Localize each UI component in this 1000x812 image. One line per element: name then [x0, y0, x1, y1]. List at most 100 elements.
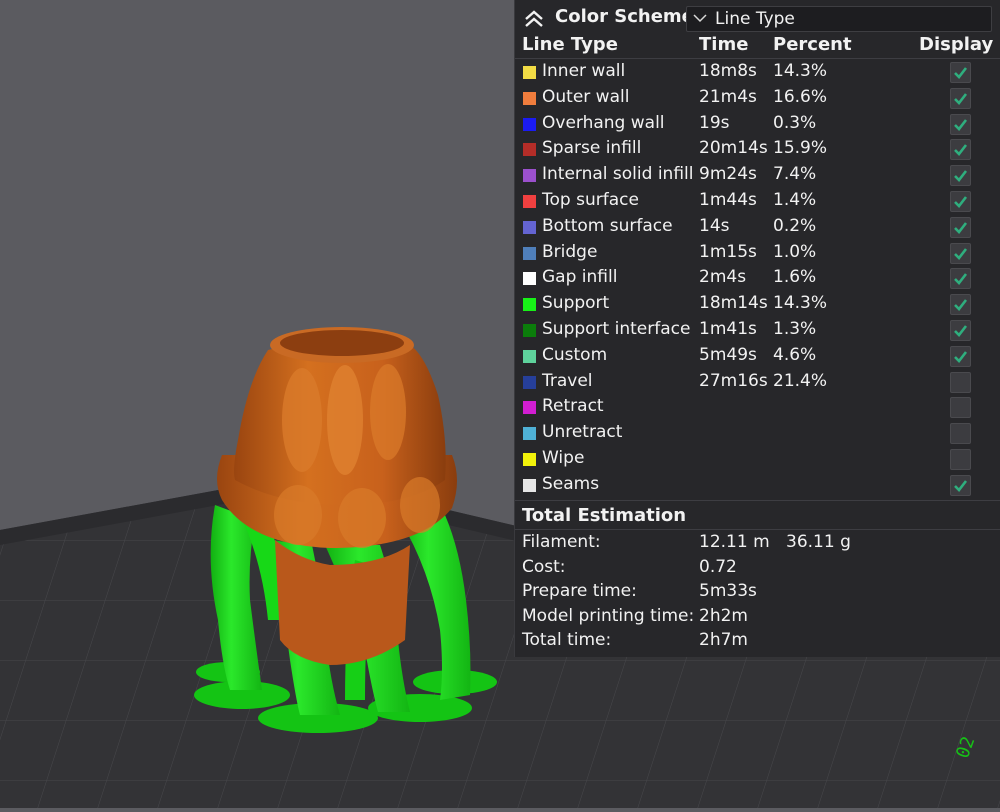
color-swatch [523, 427, 536, 441]
header-divider [515, 58, 1000, 59]
line-type-time: 2m4s [699, 267, 747, 288]
checkmark-icon [954, 221, 968, 234]
line-type-row: Retract [515, 395, 1000, 421]
line-type-percent: 16.6% [773, 86, 828, 107]
color-swatch [523, 117, 536, 131]
line-type-name: Internal solid infill [542, 164, 694, 185]
total-divider [515, 500, 1000, 501]
display-checkbox[interactable] [950, 345, 971, 367]
line-type-name: Inner wall [542, 61, 626, 81]
line-type-percent: 4.6% [773, 344, 817, 365]
chevron-down-icon [693, 14, 707, 23]
display-checkbox[interactable] [950, 139, 971, 161]
display-checkbox[interactable] [950, 165, 971, 187]
line-type-row: Gap infill 2m4s 1.6% [515, 266, 1000, 292]
line-type-name: Custom [542, 344, 608, 365]
estimation-label: Prepare time: [522, 581, 637, 601]
line-type-row: Top surface 1m44s 1.4% [515, 189, 1000, 215]
column-header-line-type: Line Type [522, 34, 618, 55]
line-type-name: Bridge [542, 241, 598, 262]
display-checkbox[interactable] [950, 113, 971, 135]
checkmark-icon [954, 325, 968, 337]
line-type-row: Wipe [515, 447, 1000, 473]
color-swatch [523, 298, 536, 312]
line-type-row: Custom 5m49s 4.6% [515, 344, 1000, 370]
display-checkbox[interactable] [950, 216, 971, 238]
column-header-percent: Percent [773, 34, 852, 55]
line-type-percent: 14.3% [773, 61, 828, 81]
estimation-row: Prepare time: 5m33s [515, 581, 1000, 605]
estimation-value: 5m33s [699, 581, 757, 601]
checkmark-icon [954, 92, 968, 105]
estimation-label: Filament: [522, 532, 601, 552]
line-type-name: Travel [542, 370, 593, 391]
line-type-time: 1m15s [699, 241, 757, 262]
line-type-percent: 0.2% [773, 215, 817, 236]
color-scheme-dropdown[interactable]: Line Type [686, 6, 992, 32]
color-swatch [523, 169, 536, 183]
color-swatch [523, 220, 536, 234]
line-type-name: Wipe [542, 448, 585, 468]
line-type-percent: 0.3% [773, 112, 817, 133]
line-type-time: 9m24s [699, 164, 757, 185]
line-type-percent: 1.6% [773, 267, 817, 288]
line-type-percent: 1.0% [773, 241, 817, 262]
estimation-row: Cost: 0.72 [515, 557, 1000, 581]
line-type-time: 1m41s [699, 319, 757, 339]
display-checkbox[interactable] [950, 474, 971, 496]
line-type-time: 14s [699, 215, 730, 236]
dropdown-selected-value: Line Type [715, 9, 795, 29]
checkmark-icon [954, 247, 968, 260]
total-estimation-title: Total Estimation [522, 505, 687, 526]
checkmark-icon [954, 273, 968, 286]
line-type-percent: 15.9% [773, 138, 828, 159]
line-type-name: Unretract [542, 422, 623, 443]
color-swatch [523, 195, 536, 208]
display-checkbox[interactable] [950, 191, 971, 212]
color-swatch [523, 478, 536, 492]
display-checkbox[interactable] [950, 449, 971, 470]
display-checkbox[interactable] [950, 397, 971, 419]
line-type-name: Support interface [542, 319, 691, 339]
line-type-name: Support [542, 293, 610, 314]
display-checkbox[interactable] [950, 320, 971, 341]
line-type-percent: 14.3% [773, 293, 828, 314]
display-checkbox[interactable] [950, 242, 971, 264]
line-type-name: Sparse infill [542, 138, 642, 159]
estimation-label: Total time: [522, 630, 612, 650]
line-type-row: Seams [515, 473, 1000, 499]
display-checkbox[interactable] [950, 423, 971, 445]
checkmark-icon [954, 170, 968, 183]
display-checkbox[interactable] [950, 62, 971, 83]
checkmark-icon [954, 118, 968, 131]
display-checkbox[interactable] [950, 371, 971, 393]
line-type-name: Gap infill [542, 267, 618, 288]
collapse-icon[interactable] [523, 9, 545, 29]
column-header-display: Display [919, 34, 994, 55]
column-header-time: Time [699, 34, 749, 55]
line-type-percent: 1.4% [773, 190, 817, 210]
checkmark-icon [954, 479, 968, 492]
total-title-divider [515, 529, 1000, 530]
display-checkbox[interactable] [950, 294, 971, 316]
line-type-row: Bridge 1m15s 1.0% [515, 241, 1000, 267]
display-checkbox[interactable] [950, 268, 971, 290]
line-type-row: Travel 27m16s 21.4% [515, 370, 1000, 396]
line-type-name: Outer wall [542, 86, 630, 107]
line-type-time: 20m14s [699, 138, 768, 159]
legend-header: Color Scheme Line Type [515, 3, 1000, 33]
line-type-time: 19s [699, 112, 730, 133]
estimation-value: 0.72 [699, 556, 737, 577]
color-swatch [523, 246, 536, 260]
line-type-name: Seams [542, 473, 600, 494]
checkmark-icon [954, 144, 968, 157]
checkmark-icon [954, 350, 968, 363]
line-type-row: Sparse infill 20m14s 15.9% [515, 137, 1000, 163]
checkmark-icon [954, 67, 968, 79]
estimation-value-secondary: 36.11 g [786, 532, 851, 552]
estimation-row: Model printing time: 2h2m [515, 606, 1000, 630]
color-swatch [523, 143, 536, 157]
display-checkbox[interactable] [950, 87, 971, 109]
color-swatch [523, 453, 536, 466]
estimation-label: Cost: [522, 556, 566, 577]
